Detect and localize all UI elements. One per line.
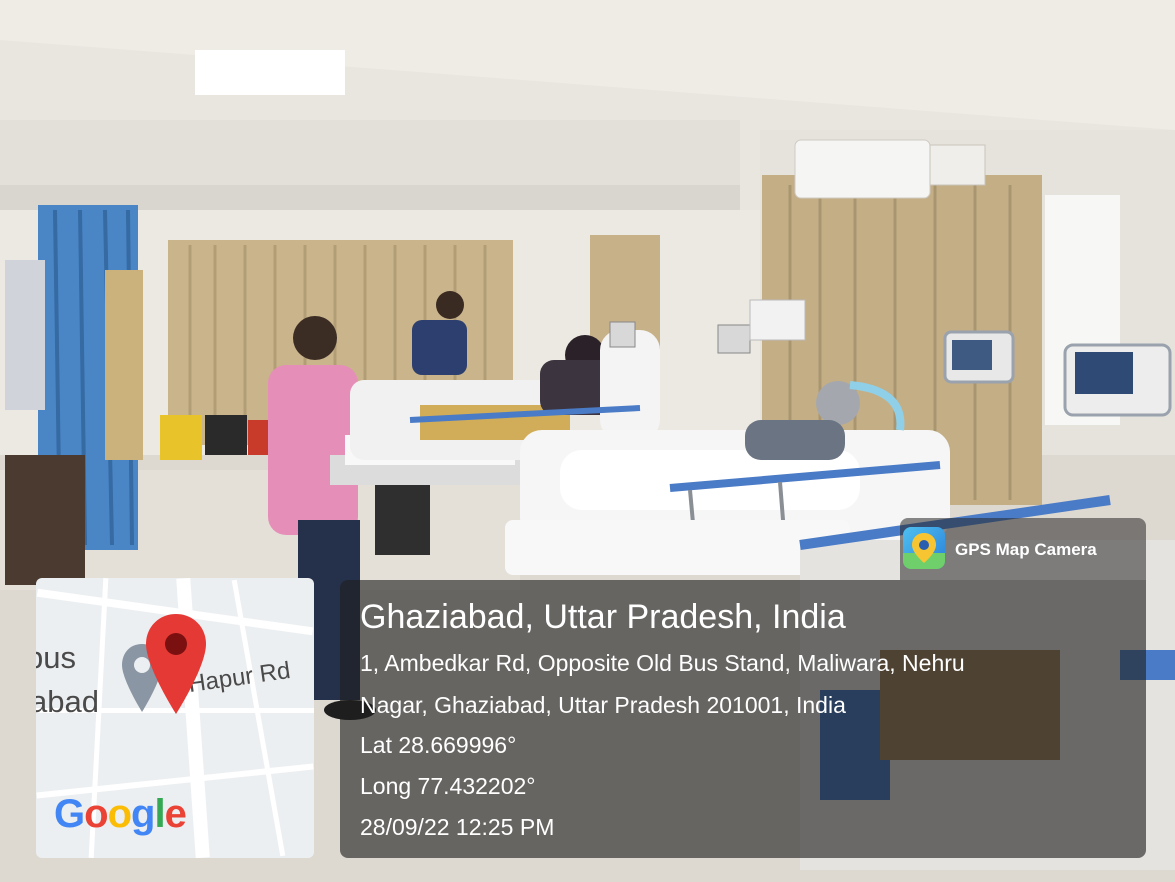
ceiling-light (195, 50, 345, 95)
datetime: 28/09/22 12:25 PM (360, 814, 555, 840)
cabinet (5, 455, 85, 585)
overbed-table (505, 520, 850, 575)
air-conditioner (794, 139, 931, 199)
address-line-1: 1, Ambedkar Rd, Opposite Old Bus Stand, … (360, 650, 965, 676)
location-city: Ghaziabad, Uttar Pradesh, India (360, 598, 846, 636)
yellow-bin (160, 415, 202, 460)
google-logo-text: Google (54, 792, 187, 836)
google-logo: Google (54, 792, 187, 837)
nurse (293, 316, 337, 360)
gps-map-camera-icon (903, 527, 945, 569)
map-pin-icon (146, 614, 206, 714)
longitude: Long 77.432202° (360, 773, 536, 799)
address-line-2: Nagar, Ghaziabad, Uttar Pradesh 201001, … (360, 692, 846, 718)
latitude: Lat 28.669996° (360, 732, 517, 758)
staff (436, 291, 464, 319)
map-label-bus: bus (36, 640, 76, 675)
map-label-abad: abad (36, 684, 99, 719)
gps-app-name: GPS Map Camera (955, 540, 1097, 559)
